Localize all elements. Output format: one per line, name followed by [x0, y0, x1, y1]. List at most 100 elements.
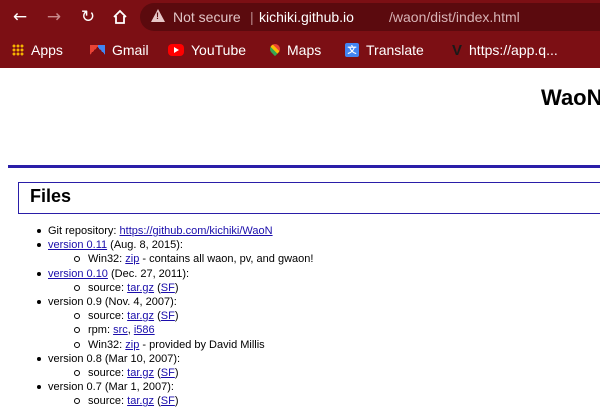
release-date: (Mar 1, 2007):: [101, 381, 174, 394]
bookmark-maps[interactable]: Maps: [267, 41, 322, 59]
maps-icon: [267, 41, 283, 56]
sub-list-item: source: tar.gz (SF): [74, 366, 179, 380]
title-divider: [8, 165, 600, 168]
list-item: version 0.9 (Nov. 4, 2007):: [37, 295, 177, 309]
release-date: (Nov. 4, 2007):: [101, 296, 177, 308]
item-text: (: [154, 310, 161, 323]
list-item: version 0.10 (Dec. 27, 2011):: [37, 267, 190, 281]
bookmarks-bar: Apps Gmail YouTube Maps 文 Translate V ht…: [0, 35, 600, 65]
item-prefix: Win32:: [88, 253, 126, 266]
bookmark-label: Gmail: [112, 42, 149, 58]
bullet: [74, 284, 80, 291]
item-text: (: [154, 367, 161, 379]
reload-icon[interactable]: ↻: [76, 5, 100, 29]
warning-icon[interactable]: [151, 9, 165, 22]
bullet: [74, 256, 80, 263]
item-label: Git repository:: [48, 225, 120, 237]
item-text: ): [174, 367, 179, 379]
list-item: version 0.11 (Aug. 8, 2015):: [37, 238, 183, 252]
gmail-icon: [90, 44, 105, 56]
list-item: Git repository: https://github.com/kichi…: [37, 224, 273, 238]
item-text: - contains all waon, pv, and gwaon!: [139, 253, 314, 266]
item-text: - provided by David Millis: [139, 338, 265, 351]
bookmark-label: https://app.q...: [469, 42, 558, 58]
bookmark-label: Maps: [287, 42, 322, 58]
browser-chrome: ← → ↻ Not secure | kichiki.github.io /wa…: [0, 0, 600, 68]
download-link[interactable]: SF: [161, 395, 175, 407]
item-text: (: [154, 395, 161, 408]
youtube-icon: [168, 44, 184, 56]
download-link[interactable]: SF: [161, 310, 175, 322]
bookmark-label: Apps: [31, 42, 63, 58]
apps-grid-icon: [12, 44, 24, 56]
bookmark-label: Translate: [366, 42, 424, 58]
sub-list-item: source: tar.gz (SF): [74, 281, 179, 295]
list-item: version 0.7 (Mar 1, 2007):: [37, 380, 174, 394]
address-bar[interactable]: Not secure | kichiki.github.io /waon/dis…: [140, 3, 600, 31]
home-icon[interactable]: [108, 5, 132, 29]
bullet: [74, 341, 80, 348]
download-link[interactable]: zip: [125, 339, 139, 351]
bullet: [37, 243, 41, 248]
bullet: [74, 327, 80, 334]
item-text: ): [174, 281, 179, 294]
sub-list-item: source: tar.gz (SF): [74, 309, 179, 323]
bookmark-translate[interactable]: 文 Translate: [345, 41, 424, 59]
bookmark-label: YouTube: [191, 42, 247, 58]
sub-list-item: rpm: src, i586: [74, 323, 155, 337]
download-link[interactable]: tar.gz: [127, 367, 154, 379]
item-text: ): [174, 310, 179, 323]
bookmark-youtube[interactable]: YouTube: [168, 41, 246, 59]
repo-link[interactable]: https://github.com/kichiki/WaoN: [120, 225, 273, 237]
sub-list-item: source: tar.gz (SF): [74, 394, 179, 408]
download-link[interactable]: SF: [161, 282, 175, 294]
translate-icon: 文: [345, 43, 359, 57]
bullet: [37, 300, 41, 304]
list-item: version 0.8 (Mar 10, 2007):: [37, 352, 181, 366]
version-label: version 0.9: [48, 296, 102, 308]
item-prefix: source:: [88, 395, 128, 408]
bookmark-apps[interactable]: Apps: [12, 41, 63, 59]
release-date: (Dec. 27, 2011):: [107, 267, 190, 280]
bullet: [74, 370, 80, 376]
download-link[interactable]: tar.gz: [127, 282, 154, 294]
release-date: (Mar 10, 2007):: [101, 352, 181, 365]
item-prefix: rpm:: [88, 324, 114, 337]
version-link[interactable]: version 0.10: [48, 268, 108, 280]
sub-list-item: Win32: zip - provided by David Millis: [74, 338, 265, 352]
item-prefix: source:: [88, 367, 128, 379]
download-link[interactable]: tar.gz: [127, 395, 154, 407]
browser-toolbar: ← → ↻ Not secure | kichiki.github.io /wa…: [0, 0, 600, 35]
item-prefix: Win32:: [88, 338, 126, 351]
download-link[interactable]: i586: [134, 324, 155, 336]
download-link[interactable]: SF: [161, 367, 175, 379]
version-label: version 0.7: [48, 381, 102, 394]
item-text: ): [174, 395, 179, 408]
section-heading: Files: [30, 186, 72, 206]
bullet: [37, 356, 41, 361]
bullet: [74, 313, 80, 320]
bookmark-gmail[interactable]: Gmail: [90, 41, 149, 59]
forward-arrow-icon[interactable]: →: [42, 5, 66, 29]
item-prefix: source:: [88, 281, 128, 294]
download-link[interactable]: src: [113, 324, 128, 336]
version-link[interactable]: version 0.11: [48, 239, 107, 251]
page-title: WaoN: [541, 85, 600, 110]
item-text: (: [154, 281, 161, 294]
back-arrow-icon[interactable]: ←: [8, 5, 32, 29]
download-link[interactable]: zip: [125, 253, 139, 265]
security-label[interactable]: Not secure: [173, 9, 241, 25]
omnibox-separator: |: [250, 9, 254, 25]
bullet: [74, 398, 80, 405]
v-icon: V: [452, 41, 463, 59]
bullet: [37, 385, 41, 390]
bullet: [37, 271, 41, 276]
sub-list-item: Win32: zip - contains all waon, pv, and …: [74, 252, 314, 266]
files-section-header: Files: [18, 182, 600, 214]
url-path[interactable]: /waon/dist/index.html: [389, 9, 520, 25]
download-link[interactable]: tar.gz: [127, 310, 154, 322]
bookmark-app-q[interactable]: V https://app.q...: [452, 41, 558, 59]
release-date: (Aug. 8, 2015):: [107, 239, 183, 252]
version-label: version 0.8: [48, 352, 102, 365]
url-host[interactable]: kichiki.github.io: [259, 9, 354, 25]
